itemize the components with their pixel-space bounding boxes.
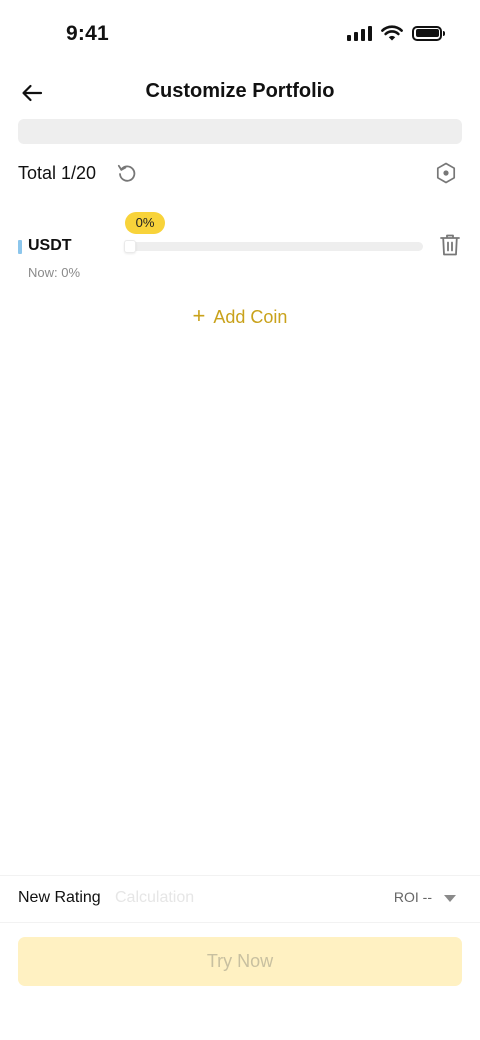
coin-name: USDT: [28, 237, 72, 254]
hexagon-settings-icon: [436, 162, 456, 184]
add-coin-label: Add Coin: [213, 306, 288, 327]
header: Customize Portfolio: [0, 70, 480, 116]
reset-button[interactable]: [115, 161, 139, 185]
coin-row: USDT Now: 0% 0%: [18, 212, 462, 282]
trash-icon: [440, 234, 460, 256]
caret-down-icon: [444, 894, 456, 902]
coin-now-allocation: Now: 0%: [28, 265, 81, 280]
wifi-icon: [381, 25, 403, 41]
plus-icon: +: [192, 303, 206, 328]
rating-calculation: Calculation: [115, 889, 195, 906]
delete-coin-button[interactable]: [439, 233, 461, 257]
add-coin-button[interactable]: + Add Coin: [0, 303, 480, 331]
coin-color-marker: [18, 240, 22, 254]
status-bar: 9:41: [0, 0, 480, 70]
screen: 9:41 Customize Portfolio Total 1/20 USDT…: [0, 0, 480, 1040]
rating-label: New Rating: [18, 889, 101, 906]
divider: [0, 922, 480, 923]
allocation-slider-thumb[interactable]: [124, 240, 136, 253]
roi-value: ROI --: [393, 889, 432, 905]
reset-icon: [117, 164, 136, 182]
allocation-slider-track[interactable]: [126, 242, 423, 251]
divider: [0, 875, 480, 876]
total-text: Total: [18, 163, 57, 183]
battery-icon: [412, 25, 445, 41]
settings-button[interactable]: [434, 161, 458, 185]
page-title: Customize Portfolio: [145, 80, 335, 102]
total-row: Total 1/20: [18, 158, 462, 188]
allocation-badge: 0%: [125, 212, 165, 234]
rating-row: New Rating Calculation ROI --: [18, 886, 462, 912]
try-now-button[interactable]: Try Now: [18, 937, 462, 986]
search-bar[interactable]: [18, 119, 462, 144]
total-label: Total 1/20: [18, 163, 101, 184]
status-time: 9:41: [66, 22, 109, 45]
status-icons: [347, 25, 445, 41]
cellular-signal-icon: [347, 25, 372, 41]
roi-dropdown[interactable]: ROI --: [394, 889, 456, 905]
total-count: 1/20: [61, 163, 97, 183]
